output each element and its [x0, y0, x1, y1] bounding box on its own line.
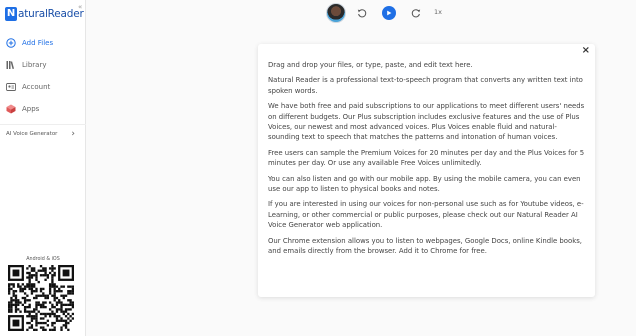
- play-button[interactable]: [382, 6, 396, 20]
- play-icon: [387, 10, 392, 16]
- text-editor-card[interactable]: × Drag and drop your files, or type, pas…: [258, 44, 595, 297]
- plus-circle-icon: [6, 38, 16, 48]
- natural-reader-logo[interactable]: N aturalReader: [5, 6, 84, 22]
- mobile-apps-label: Android & iOS: [26, 257, 60, 262]
- sidebar-item-account[interactable]: Account: [0, 76, 86, 98]
- editor-paragraph: Drag and drop your files, or type, paste…: [268, 61, 473, 69]
- close-icon[interactable]: ×: [582, 45, 590, 56]
- chevron-right-icon: ›: [71, 128, 75, 139]
- editor-paragraph: Our Chrome extension allows you to liste…: [268, 236, 582, 256]
- editor-paragraph: Free users can sample the Premium Voices…: [268, 148, 585, 168]
- voice-avatar[interactable]: [326, 3, 346, 23]
- sidebar-item-label: Add Files: [22, 39, 54, 47]
- ai-voice-generator-link[interactable]: AI Voice Generator ›: [0, 124, 86, 142]
- account-icon: [6, 82, 16, 92]
- library-icon: [6, 60, 16, 70]
- sidebar: N aturalReader « Add Files Library Accou…: [0, 0, 86, 336]
- sidebar-item-label: Account: [22, 83, 51, 91]
- editor-paragraph: You can also listen and go with our mobi…: [268, 174, 581, 194]
- rewind-icon[interactable]: [354, 5, 370, 21]
- sidebar-item-apps[interactable]: Apps: [0, 98, 86, 120]
- editor-paragraph: We have both free and paid subscriptions…: [268, 102, 585, 142]
- sidebar-item-add-files[interactable]: Add Files: [0, 32, 86, 54]
- logo-mark: N: [5, 7, 17, 21]
- forward-icon[interactable]: [408, 5, 424, 21]
- logo-text: aturalReader: [18, 8, 84, 20]
- editor-paragraph: If you are interested in using our voice…: [268, 200, 584, 230]
- sidebar-nav: Add Files Library Account Apps: [0, 32, 86, 120]
- editor-paragraph: Natural Reader is a professional text-to…: [268, 76, 583, 95]
- sidebar-item-label: Library: [22, 61, 47, 69]
- sidebar-item-label: Apps: [22, 105, 40, 113]
- playback-speed[interactable]: 1x: [434, 8, 442, 16]
- ai-voice-generator-label: AI Voice Generator: [6, 130, 58, 137]
- sidebar-item-library[interactable]: Library: [0, 54, 86, 76]
- collapse-sidebar-icon[interactable]: «: [78, 3, 82, 11]
- qr-code[interactable]: [8, 265, 74, 331]
- apps-cube-icon: [6, 104, 16, 114]
